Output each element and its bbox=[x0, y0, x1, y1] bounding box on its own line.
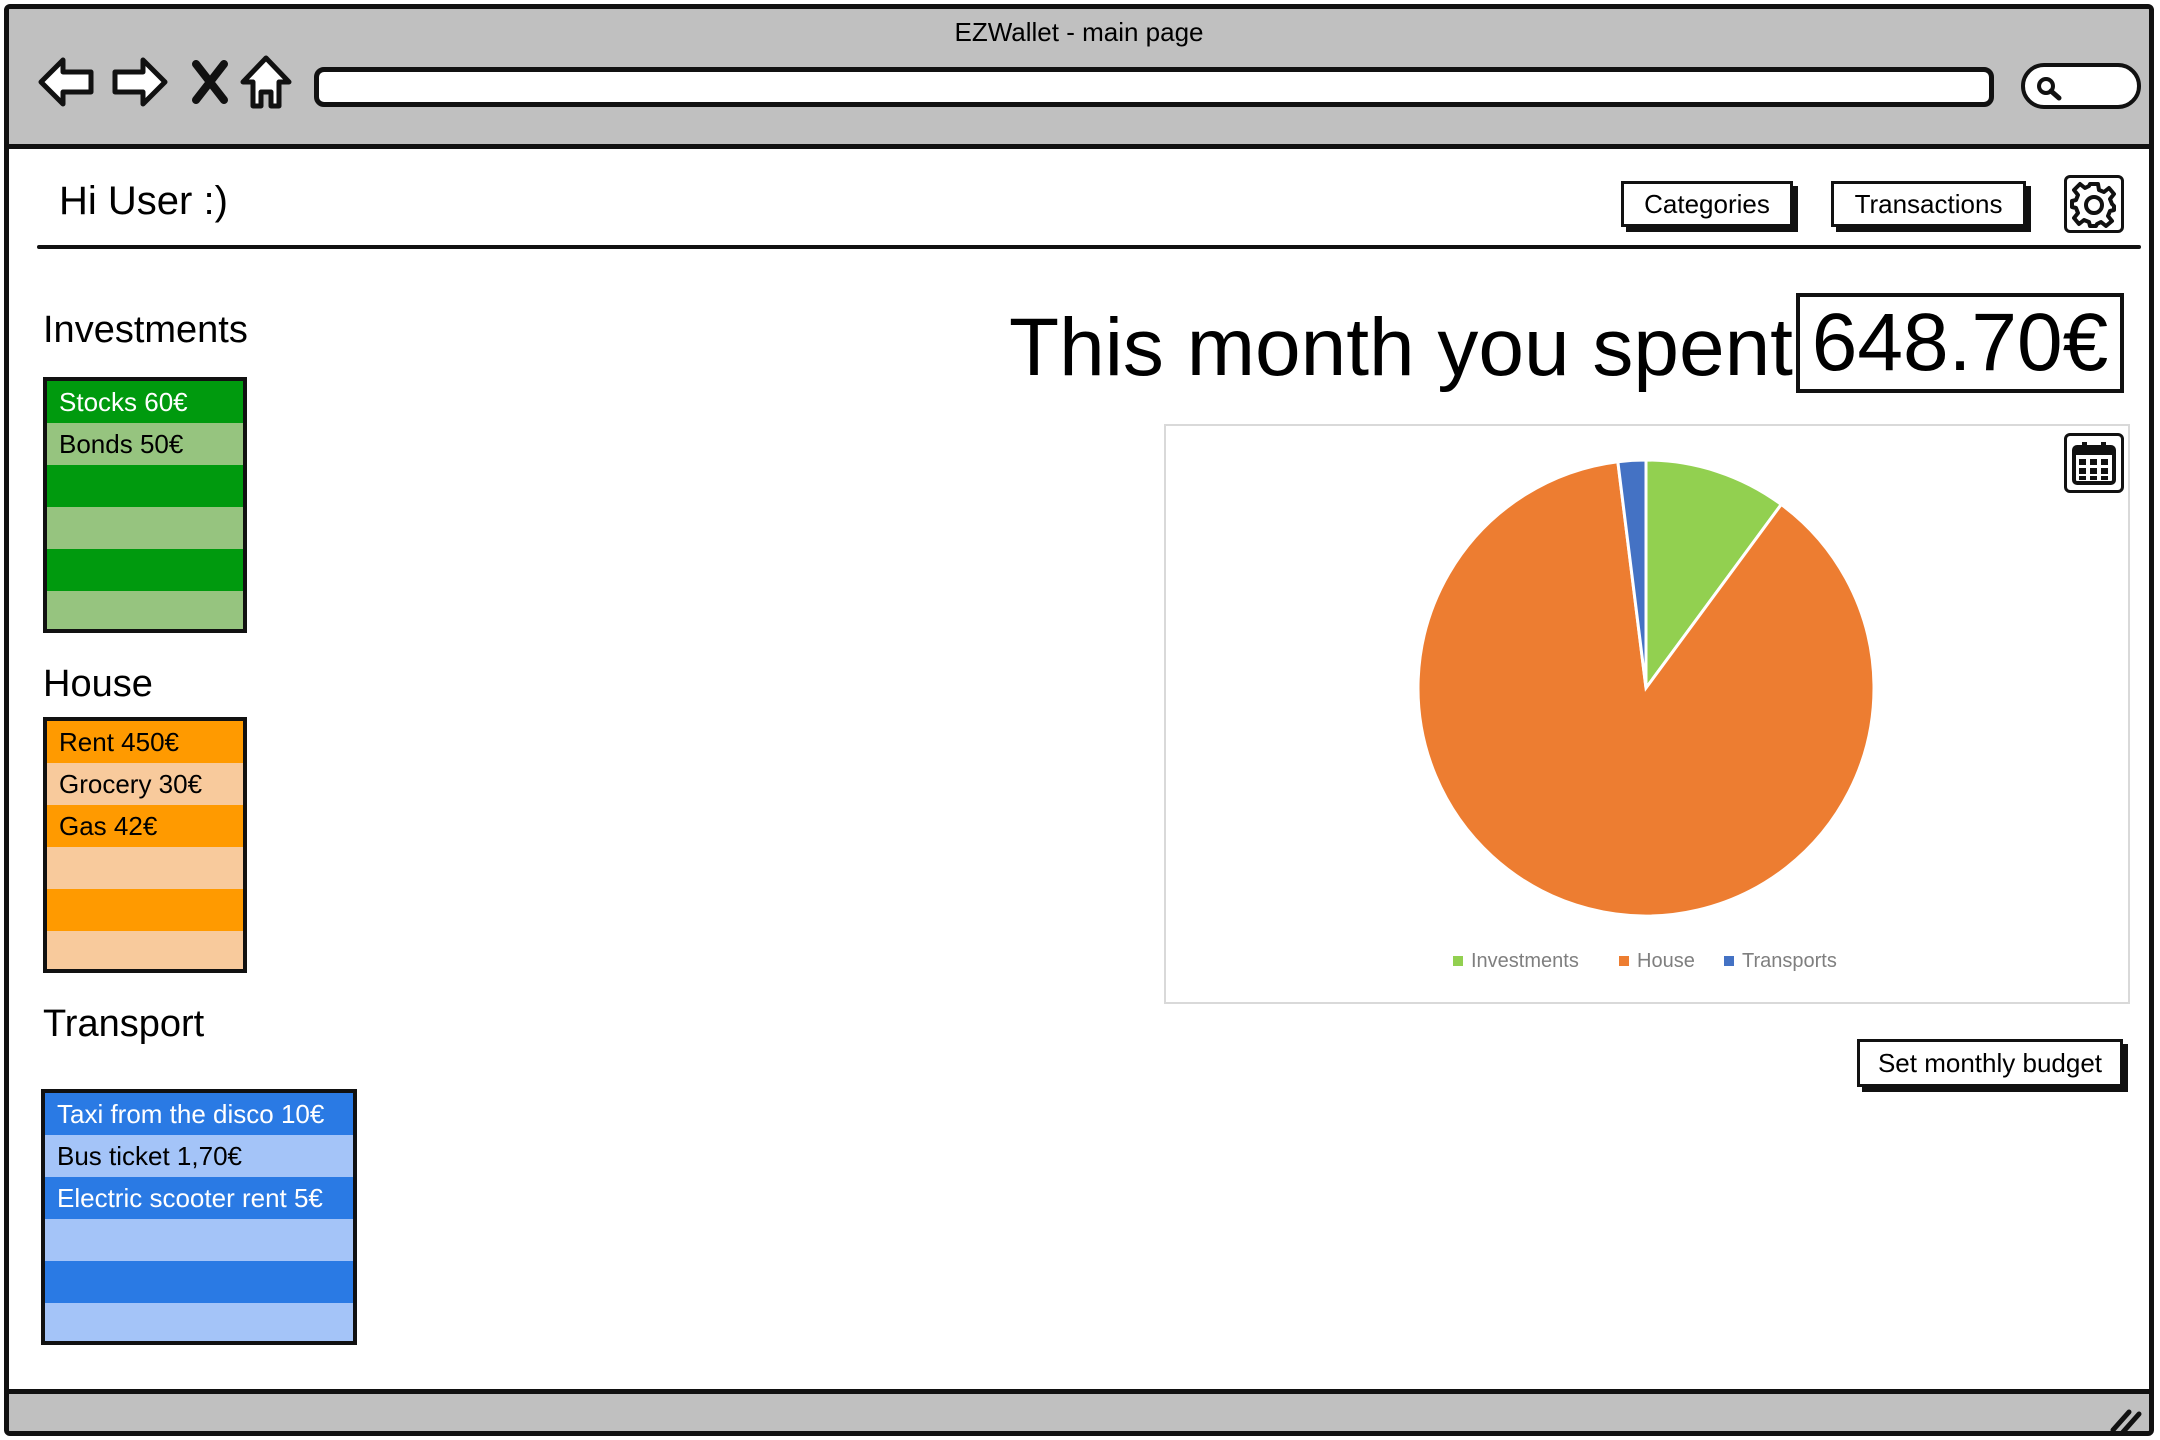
home-button[interactable] bbox=[235, 51, 297, 113]
search-icon bbox=[2037, 77, 2062, 101]
set-budget-button[interactable]: Set monthly budget bbox=[1857, 1039, 2123, 1087]
browser-statusbar bbox=[9, 1389, 2149, 1436]
list-item[interactable] bbox=[47, 507, 243, 549]
legend-swatch bbox=[1619, 956, 1629, 966]
close-icon bbox=[192, 60, 228, 104]
settings-button[interactable] bbox=[2064, 175, 2124, 233]
gear-icon bbox=[2070, 182, 2116, 228]
pie-chart: Investments House Transports bbox=[1416, 458, 1876, 972]
house-heading: House bbox=[43, 663, 153, 705]
list-item[interactable] bbox=[47, 465, 243, 507]
calendar-icon bbox=[2072, 442, 2116, 485]
transactions-button[interactable]: Transactions bbox=[1831, 181, 2026, 227]
investments-heading: Investments bbox=[43, 309, 248, 351]
list-item[interactable]: Electric scooter rent 5€ bbox=[45, 1177, 353, 1219]
categories-button[interactable]: Categories bbox=[1621, 181, 1793, 227]
browser-toolbar: EZWallet - main page bbox=[9, 9, 2149, 149]
calendar-button[interactable] bbox=[2064, 433, 2124, 493]
window-title: EZWallet - main page bbox=[954, 17, 1204, 47]
resize-grip-icon[interactable] bbox=[2107, 1404, 2143, 1436]
list-item[interactable]: Taxi from the disco 10€ bbox=[45, 1093, 353, 1135]
list-item[interactable]: Rent 450€ bbox=[47, 721, 243, 763]
list-item[interactable] bbox=[47, 847, 243, 889]
spent-label: This month you spent bbox=[1009, 302, 1793, 393]
list-item[interactable] bbox=[47, 889, 243, 931]
list-item[interactable] bbox=[45, 1219, 353, 1261]
legend-label: Transports bbox=[1742, 950, 1837, 972]
legend-swatch bbox=[1724, 956, 1734, 966]
investments-list: Stocks 60€ Bonds 50€ bbox=[43, 377, 247, 633]
house-list: Rent 450€ Grocery 30€ Gas 42€ bbox=[43, 717, 247, 973]
list-item[interactable] bbox=[47, 591, 243, 629]
greeting-text: Hi User :) bbox=[59, 179, 228, 223]
list-item[interactable]: Stocks 60€ bbox=[47, 381, 243, 423]
legend-swatch bbox=[1453, 956, 1463, 966]
forward-button[interactable] bbox=[109, 51, 171, 113]
spending-chart: Investments House Transports bbox=[1164, 424, 2130, 1004]
transport-list: Taxi from the disco 10€ Bus ticket 1,70€… bbox=[41, 1089, 357, 1345]
list-item[interactable]: Gas 42€ bbox=[47, 805, 243, 847]
search-box[interactable] bbox=[2021, 63, 2141, 109]
spent-amount: 648.70€ bbox=[1796, 293, 2124, 393]
list-item[interactable]: Bonds 50€ bbox=[47, 423, 243, 465]
legend-label: Investments bbox=[1471, 950, 1579, 972]
browser-window: EZWallet - main page Hi User :) Categori… bbox=[4, 4, 2154, 1436]
back-arrow-icon bbox=[38, 57, 94, 107]
list-item[interactable] bbox=[47, 549, 243, 591]
list-item[interactable] bbox=[47, 931, 243, 969]
stop-button[interactable] bbox=[179, 51, 241, 113]
list-item[interactable] bbox=[45, 1303, 353, 1341]
forward-arrow-icon bbox=[112, 57, 168, 107]
header-divider bbox=[37, 245, 2141, 249]
list-item[interactable]: Bus ticket 1,70€ bbox=[45, 1135, 353, 1177]
home-icon bbox=[240, 55, 292, 109]
list-item[interactable]: Grocery 30€ bbox=[47, 763, 243, 805]
legend-label: House bbox=[1637, 950, 1695, 972]
back-button[interactable] bbox=[35, 51, 97, 113]
transport-heading: Transport bbox=[43, 1003, 205, 1045]
list-item[interactable] bbox=[45, 1261, 353, 1303]
address-bar[interactable] bbox=[314, 67, 1994, 107]
